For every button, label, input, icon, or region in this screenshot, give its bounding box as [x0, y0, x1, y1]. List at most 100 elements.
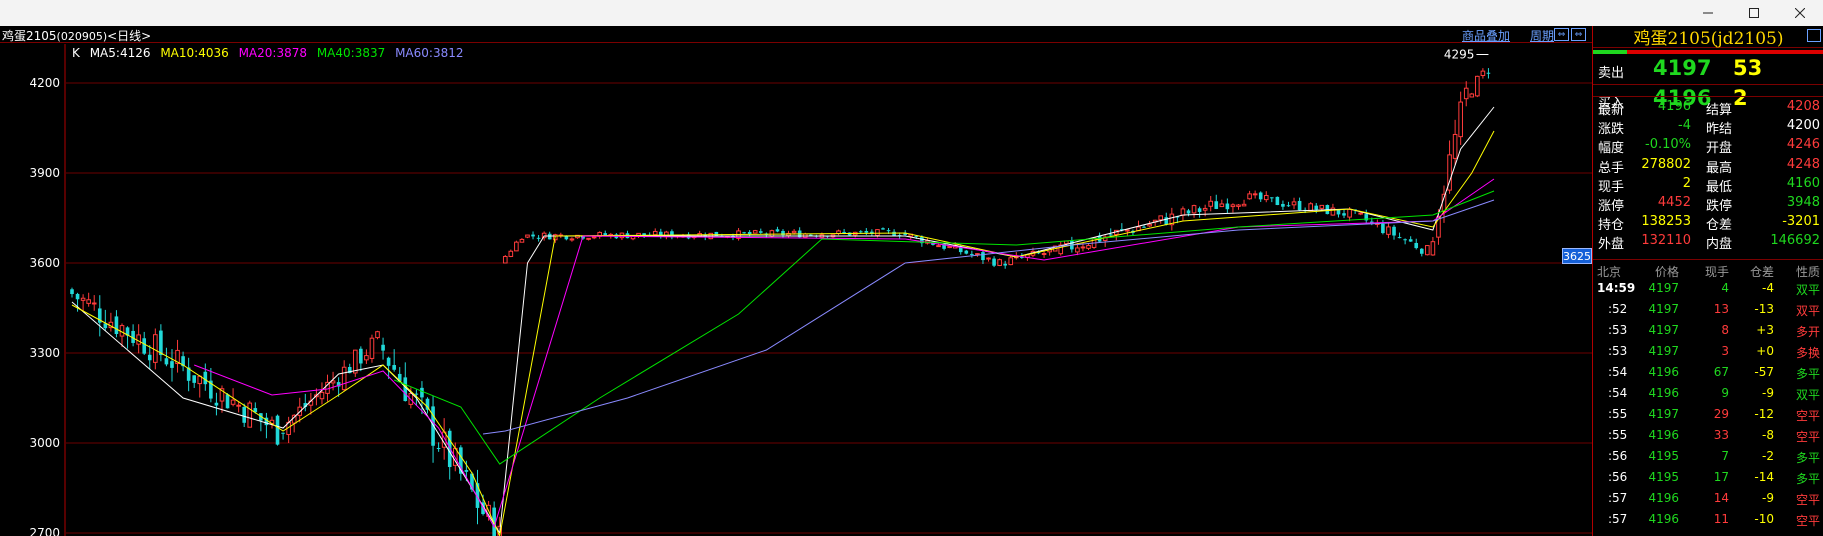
candle-body: [1075, 247, 1080, 253]
panel-restore-button[interactable]: [1807, 29, 1821, 42]
tick-qty: 3: [1721, 344, 1729, 358]
candle-body: [1430, 241, 1436, 256]
candle-body: [381, 344, 385, 351]
ask-price: 4197: [1653, 56, 1712, 80]
tick-time: 14:59: [1597, 281, 1636, 295]
tick-price: 4197: [1648, 302, 1679, 316]
stat-row: 持仓 138253 仓差 -3201: [1593, 213, 1823, 233]
candle-body: [981, 252, 985, 261]
candle-body: [352, 349, 358, 374]
tick-qty: 9: [1721, 386, 1729, 400]
y-tick-label: 3600: [29, 256, 60, 270]
candle-body: [1191, 205, 1197, 214]
candle-body: [136, 334, 141, 345]
tick-time: :55: [1608, 428, 1628, 442]
candle-body: [997, 259, 1002, 266]
tick-time: :54: [1608, 386, 1628, 400]
candle-body: [159, 330, 163, 356]
left-right-arrows-button[interactable]: ⇔: [1571, 28, 1586, 41]
candle-body: [842, 231, 846, 233]
candle-body: [536, 237, 541, 239]
overlay-link[interactable]: 商品叠加: [1462, 27, 1510, 44]
stat-value: 138253: [1641, 214, 1691, 230]
candle-body: [1263, 195, 1269, 201]
candle-body: [364, 355, 369, 361]
tick-row[interactable]: :54 4196 67 -57 多平: [1593, 362, 1823, 383]
tick-time: :57: [1608, 512, 1628, 526]
candle-body: [714, 231, 719, 236]
candle-body: [858, 231, 863, 233]
candle-body: [758, 231, 763, 233]
kline-chart[interactable]: 4200 3900 3600 3300 3000 2700 4295: [0, 44, 1592, 536]
candle-body: [1297, 200, 1302, 211]
candle-body: [1397, 237, 1402, 239]
candle-body: [1486, 72, 1491, 74]
candle-body: [1425, 245, 1430, 256]
candle-body: [1230, 204, 1236, 208]
tick-price: 4196: [1648, 386, 1679, 400]
chart-title: 鸡蛋2105(020905)<日线>: [2, 27, 151, 44]
candle-body: [1381, 223, 1385, 234]
tick-row[interactable]: :57 4196 14 -9 空平: [1593, 488, 1823, 509]
candle-body: [514, 241, 519, 252]
candle-body: [986, 257, 991, 260]
candle-body: [886, 230, 891, 232]
minimize-button[interactable]: [1685, 0, 1731, 26]
candle-body: [1186, 210, 1191, 214]
close-button[interactable]: [1777, 0, 1823, 26]
candle-body: [1480, 70, 1486, 77]
tick-row[interactable]: :52 4197 13 -13 双平: [1593, 299, 1823, 320]
stat-value: -4: [1678, 118, 1691, 134]
chart-header: 鸡蛋2105(020905)<日线> 商品叠加 周期 ⇔: [0, 26, 1592, 43]
candle-body: [359, 348, 363, 364]
tick-price: 4195: [1648, 449, 1679, 463]
candle-body: [70, 289, 74, 295]
candle-body: [652, 230, 658, 236]
ticks-header: 北京 价格 现手 仓差 性质: [1593, 261, 1823, 279]
tick-row[interactable]: :55 4196 33 -8 空平: [1593, 425, 1823, 446]
candle-body: [1041, 253, 1047, 256]
y-tick-label: 3000: [29, 436, 60, 450]
maximize-icon: [1749, 8, 1759, 18]
tick-price: 4196: [1648, 428, 1679, 442]
tick-list[interactable]: 14:59 4197 4 -4 双平:52 4197 13 -13 双平:53 4197 8 +3 多开…: [1593, 278, 1823, 530]
candle-body: [1342, 213, 1346, 216]
candle-body: [375, 331, 380, 339]
tick-row[interactable]: :53 4197 3 +0 多换: [1593, 341, 1823, 362]
tick-row[interactable]: :55 4197 29 -12 空平: [1593, 404, 1823, 425]
tick-row[interactable]: :56 4195 7 -2 多平: [1593, 446, 1823, 467]
stat-row: 涨停 4452 跌停 3948: [1593, 194, 1823, 214]
close-icon: [1795, 8, 1805, 18]
bid-ratio-fill: [1593, 50, 1627, 54]
candle-body: [1281, 203, 1285, 207]
candle-body: [508, 250, 514, 257]
stat-value: 4452: [1657, 194, 1691, 210]
ask-label: 卖出: [1598, 66, 1625, 81]
tick-row[interactable]: :57 4196 11 -10 空平: [1593, 509, 1823, 530]
candle-body: [414, 393, 419, 395]
candle-body: [86, 299, 91, 304]
window-toggle-button[interactable]: ⇔: [1554, 28, 1569, 41]
candle-body: [436, 447, 441, 450]
contract-name: 鸡蛋2105: [2, 29, 57, 43]
tick-row[interactable]: :54 4196 9 -9 双平: [1593, 383, 1823, 404]
stat-value: 4208: [1786, 99, 1820, 114]
candle-body: [1258, 192, 1263, 200]
candle-body: [1147, 223, 1152, 227]
candle-body: [242, 406, 247, 423]
tick-time: :54: [1608, 365, 1628, 379]
cycle-link[interactable]: 周期: [1530, 27, 1554, 44]
contract-code: (020905): [56, 30, 108, 43]
tick-row[interactable]: :56 4195 17 -14 多平: [1593, 467, 1823, 488]
tick-row[interactable]: 14:59 4197 4 -4 双平: [1593, 278, 1823, 299]
candle-body: [236, 404, 241, 407]
candle-body: [1180, 208, 1186, 216]
tick-nature: 空平: [1795, 514, 1820, 528]
tick-row[interactable]: :53 4197 8 +3 多开: [1593, 320, 1823, 341]
candle-body: [531, 234, 535, 237]
ma5-line: [71, 106, 1495, 535]
tick-diff: -10: [1754, 512, 1774, 526]
high-annotation-label: 4295: [1444, 48, 1475, 62]
maximize-button[interactable]: [1731, 0, 1777, 26]
stat-label: 结算: [1706, 103, 1733, 118]
